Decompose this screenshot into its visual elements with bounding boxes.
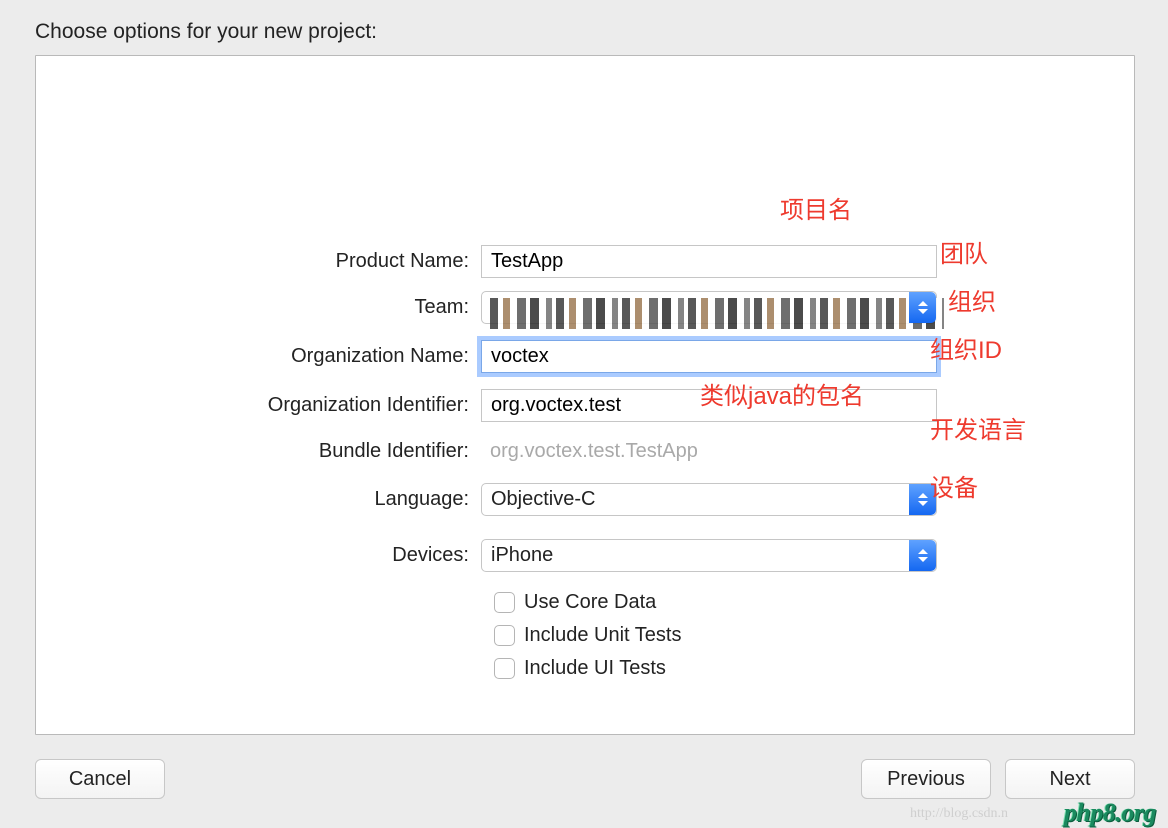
watermark-logo: php8.org [1064,798,1156,828]
next-button[interactable]: Next [1005,759,1135,799]
annotation-devices: 设备 [930,468,978,503]
product-name-label: Product Name: [36,250,481,273]
annotation-org-id: 组织ID [930,330,1002,365]
language-select[interactable]: Objective-C [481,483,937,516]
annotation-team: 团队 [940,234,988,269]
bundle-identifier-label: Bundle Identifier: [36,440,481,463]
include-unit-tests-checkbox[interactable] [494,625,515,646]
annotation-org-name: 组织 [948,282,996,317]
language-value: Objective-C [491,488,595,511]
devices-select[interactable]: iPhone [481,539,937,572]
team-label: Team: [36,296,481,319]
include-ui-tests-checkbox[interactable] [494,658,515,679]
devices-value: iPhone [491,544,553,567]
organization-name-input[interactable] [481,340,937,373]
annotation-bundle-id: 类似java的包名 [700,376,864,411]
org-name-label: Organization Name: [36,345,481,368]
include-ui-tests-label: Include UI Tests [524,657,666,680]
bundle-identifier-value: org.voctex.test.TestApp [481,436,937,467]
dialog-title: Choose options for your new project: [35,20,377,44]
product-name-input[interactable] [481,245,937,278]
options-panel: Product Name: Team: Organization Name: O… [35,55,1135,735]
org-identifier-label: Organization Identifier: [36,394,481,417]
team-select[interactable] [481,291,937,324]
use-core-data-label: Use Core Data [524,591,656,614]
team-value-redacted [490,298,944,329]
watermark-url: http://blog.csdn.n [910,806,1008,822]
button-bar: Cancel Previous Next [35,758,1135,800]
language-label: Language: [36,488,481,511]
cancel-button[interactable]: Cancel [35,759,165,799]
include-unit-tests-label: Include Unit Tests [524,624,682,647]
chevron-updown-icon [909,540,936,571]
annotation-product-name: 项目名 [780,190,852,225]
annotation-language: 开发语言 [930,410,1026,445]
devices-label: Devices: [36,544,481,567]
chevron-updown-icon [909,292,936,323]
use-core-data-checkbox[interactable] [494,592,515,613]
previous-button[interactable]: Previous [861,759,991,799]
